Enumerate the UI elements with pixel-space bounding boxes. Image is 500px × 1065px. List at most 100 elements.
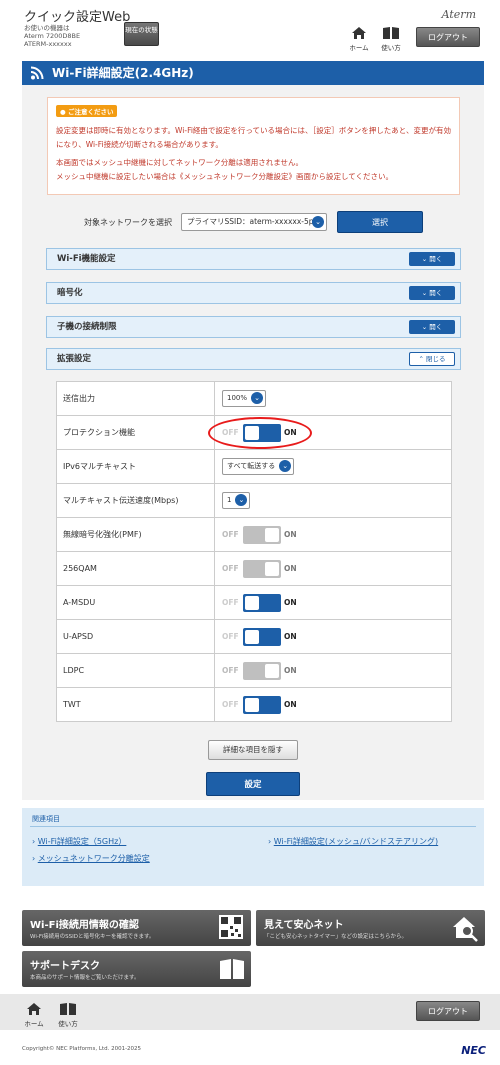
expand-button[interactable]: ⌄ 開く: [409, 252, 455, 266]
pmf-toggle[interactable]: OFF ON: [222, 525, 297, 544]
card-title: 見えて安心ネット: [264, 920, 344, 931]
expand-button[interactable]: ⌄ 開く: [409, 320, 455, 334]
nec-logo: NEC: [461, 1044, 486, 1057]
related-items: 関連項目 › Wi-Fi詳細設定（5GHz） › メッシュネットワーク分離設定 …: [22, 808, 484, 886]
off-label: OFF: [222, 632, 239, 641]
toggle-switch[interactable]: [243, 661, 281, 680]
related-link-text[interactable]: メッシュネットワーク分離設定: [38, 854, 150, 863]
related-link-mesh[interactable]: › Wi-Fi詳細設定(メッシュ/バンドステアリング): [268, 836, 438, 847]
on-label: ON: [284, 700, 297, 709]
section-label: Wi-Fi機能設定: [57, 254, 116, 264]
toggle-switch[interactable]: [243, 627, 281, 646]
off-label: OFF: [222, 700, 239, 709]
section-label: 子機の接続制限: [57, 322, 117, 332]
notice-line-3: メッシュ中継機に設定したい場合は《メッシュネットワーク分離設定》画面から設定して…: [56, 172, 394, 181]
logout-button[interactable]: ログアウト: [416, 27, 480, 47]
toggle-knob: [245, 595, 259, 610]
off-label: OFF: [222, 666, 239, 675]
table-row: LDPC OFF ON: [56, 653, 452, 688]
aterm-logo: Aterm: [441, 8, 476, 21]
home-nav[interactable]: ホーム: [344, 26, 374, 52]
toggle-switch[interactable]: [243, 559, 281, 578]
section-label: 拡張設定: [57, 354, 92, 364]
amsdu-toggle[interactable]: OFF ON: [222, 593, 297, 612]
table-row: 256QAM OFF ON: [56, 551, 452, 586]
related-link-mesh-separation[interactable]: › メッシュネットワーク分離設定: [32, 853, 150, 864]
section-client-restriction[interactable]: 子機の接続制限 ⌄ 開く: [46, 316, 461, 338]
device-id: ATERM-xxxxxx: [24, 40, 72, 48]
book-icon: [220, 959, 244, 979]
tx-power-select[interactable]: 100% ⌄: [222, 390, 267, 407]
related-link-text[interactable]: Wi-Fi詳細設定(メッシュ/バンドステアリング): [274, 837, 438, 846]
ipv6-multicast-value: すべて転送する: [227, 462, 276, 470]
ldpc-toggle[interactable]: OFF ON: [222, 661, 297, 680]
footer-logout-button[interactable]: ログアウト: [416, 1001, 480, 1021]
expand-button-label: 開く: [429, 289, 443, 297]
toggle-switch[interactable]: [243, 525, 281, 544]
device-model: Aterm 7200D8BE: [24, 32, 81, 40]
safety-net-card[interactable]: 見えて安心ネット 「こども安心ネットタイマー」などの設定はこちらから。: [256, 910, 485, 946]
section-extended[interactable]: 拡張設定 ⌃ 閉じる: [46, 348, 461, 370]
qam256-toggle[interactable]: OFF ON: [222, 559, 297, 578]
qam256-label: 256QAM: [56, 551, 215, 586]
multicast-rate-value: 1: [227, 496, 232, 504]
toggle-switch[interactable]: [243, 695, 281, 714]
footer-home-nav[interactable]: ホーム: [19, 1002, 49, 1028]
help-nav[interactable]: 使い方: [376, 26, 406, 52]
multicast-rate-select[interactable]: 1 ⌄: [222, 492, 251, 509]
home-icon: [27, 1003, 41, 1015]
uapsd-toggle[interactable]: OFF ON: [222, 627, 297, 646]
status-button[interactable]: 現在の状態: [124, 22, 159, 46]
help-label: 使い方: [381, 44, 401, 52]
notice-line-1: 設定変更は即時に有効となります。Wi-Fi経由で設定を行っている場合には、［設定…: [56, 126, 451, 149]
table-row: TWT OFF ON: [56, 687, 452, 722]
warning-icon: ●: [60, 108, 66, 116]
footer-help-nav[interactable]: 使い方: [53, 1002, 83, 1028]
notice-text: 設定変更は即時に有効となります。Wi-Fi経由で設定を行っている場合には、［設定…: [56, 124, 456, 184]
table-row: IPv6マルチキャスト すべて転送する ⌄: [56, 449, 452, 484]
device-info: お使いの機器は Aterm 7200D8BE ATERM-xxxxxx: [24, 24, 80, 48]
qr-code-icon: [219, 915, 243, 939]
table-row: U-APSD OFF ON: [56, 619, 452, 654]
related-link-text[interactable]: Wi-Fi詳細設定（5GHz）: [38, 837, 127, 846]
network-select-value: プライマリSSID：aterm-xxxxxx-5p: [187, 217, 314, 226]
hide-details-button[interactable]: 詳細な項目を隠す: [208, 740, 298, 760]
multicast-rate-label: マルチキャスト伝送速度(Mbps): [56, 483, 215, 518]
section-label: 暗号化: [57, 288, 83, 298]
ipv6-multicast-select[interactable]: すべて転送する ⌄: [222, 458, 295, 475]
network-select-label: 対象ネットワークを選択: [84, 218, 172, 227]
off-label: OFF: [222, 598, 239, 607]
divider: [30, 826, 476, 827]
chevron-down-icon: ⌄: [235, 494, 248, 506]
related-link-5ghz[interactable]: › Wi-Fi詳細設定（5GHz）: [32, 836, 126, 847]
submit-button[interactable]: 設定: [206, 772, 300, 796]
table-row: 無線暗号化強化(PMF) OFF ON: [56, 517, 452, 552]
select-button[interactable]: 選択: [337, 211, 423, 233]
on-label: ON: [284, 564, 297, 573]
amsdu-label: A-MSDU: [56, 585, 215, 620]
section-wifi-function[interactable]: Wi-Fi機能設定 ⌄ 開く: [46, 248, 461, 270]
page-title: Wi-Fi詳細設定(2.4GHz): [22, 61, 484, 85]
related-title: 関連項目: [32, 815, 60, 823]
toggle-switch[interactable]: [243, 593, 281, 612]
table-row: A-MSDU OFF ON: [56, 585, 452, 620]
toggle-knob: [245, 629, 259, 644]
home-icon: [352, 27, 366, 39]
on-label: ON: [284, 666, 297, 675]
ipv6-multicast-label: IPv6マルチキャスト: [56, 449, 215, 484]
network-select[interactable]: プライマリSSID：aterm-xxxxxx-5p ⌄: [181, 213, 327, 231]
section-encryption[interactable]: 暗号化 ⌄ 開く: [46, 282, 461, 304]
card-title: Wi-Fi接続用情報の確認: [30, 920, 139, 931]
wifi-info-card[interactable]: Wi-Fi接続用情報の確認 Wi-Fi接続用のSSIDと暗号化キーを確認できます…: [22, 910, 251, 946]
expand-button[interactable]: ⌄ 開く: [409, 286, 455, 300]
twt-toggle[interactable]: OFF ON: [222, 695, 297, 714]
chevron-down-icon: ⌄: [312, 216, 324, 228]
card-subtitle: Wi-Fi接続用のSSIDと暗号化キーを確認できます。: [30, 934, 155, 940]
collapse-button[interactable]: ⌃ 閉じる: [409, 352, 455, 366]
support-desk-card[interactable]: サポートデスク 本商品のサポート情報をご覧いただけます。: [22, 951, 251, 987]
notice-badge-text: ご注意ください: [67, 108, 114, 116]
home-search-icon: [453, 917, 478, 942]
off-label: OFF: [222, 530, 239, 539]
uapsd-label: U-APSD: [56, 619, 215, 654]
chevron-up-icon: ⌃: [418, 355, 426, 363]
